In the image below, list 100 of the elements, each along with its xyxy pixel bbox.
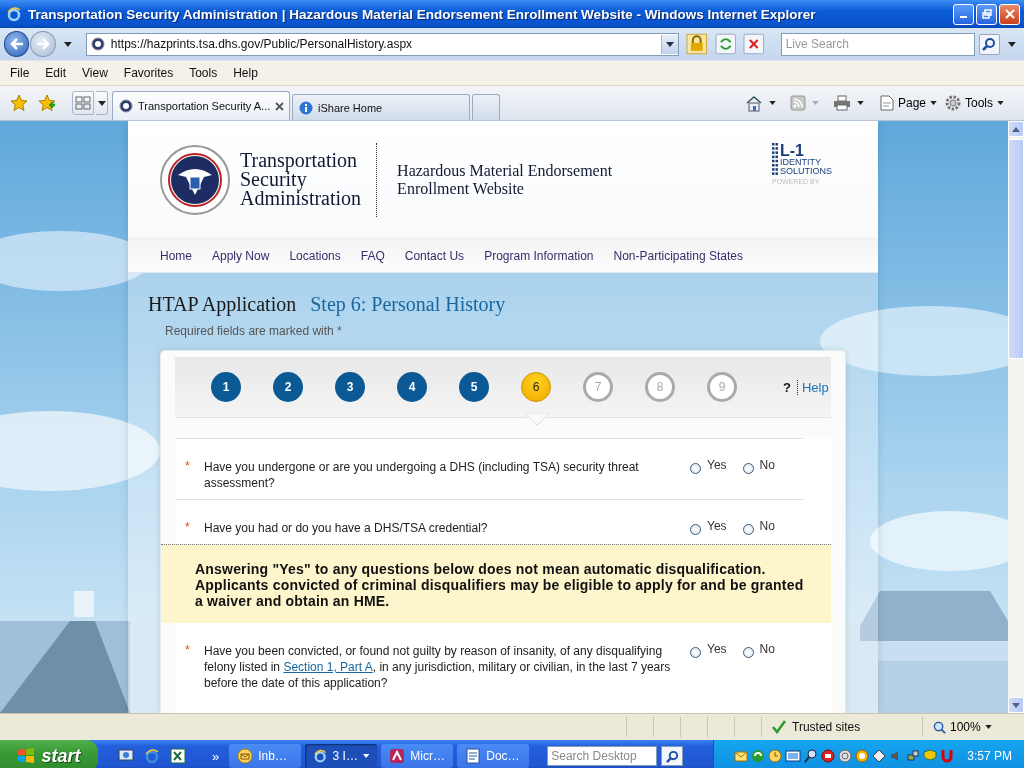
browser-tab[interactable]: iShare Home xyxy=(292,94,470,120)
page-title: HTAP Application xyxy=(148,293,297,316)
help-link[interactable]: Help xyxy=(801,379,829,395)
menu-item[interactable]: Tools xyxy=(181,64,226,82)
radio-button[interactable] xyxy=(742,524,754,535)
radio-button[interactable] xyxy=(742,463,754,474)
radio-button[interactable] xyxy=(742,647,754,658)
browser-logo-icon[interactable] xyxy=(144,748,160,764)
address-field[interactable]: https://hazprints.tsa.dhs.gov/Public/PersonalHistory.aspx xyxy=(85,32,680,56)
search-icon xyxy=(665,749,679,763)
caret-icon[interactable] xyxy=(856,101,864,105)
partner-logo-text: IDENTITY xyxy=(780,158,822,167)
browser-tab[interactable]: Transportation Security A... xyxy=(112,91,290,120)
star-icon[interactable] xyxy=(10,94,28,112)
shield-icon[interactable] xyxy=(821,749,836,763)
printer-icon[interactable] xyxy=(832,95,851,111)
search-icon xyxy=(982,37,997,51)
menu-item[interactable]: File xyxy=(2,64,38,82)
step-indicator[interactable]: 4 xyxy=(397,372,427,402)
tab-list-button[interactable] xyxy=(96,91,108,115)
nav-link[interactable]: Program Information xyxy=(484,248,594,263)
nav-link[interactable]: Contact Us xyxy=(404,248,465,263)
add-star-icon[interactable] xyxy=(38,94,56,112)
display-icon[interactable] xyxy=(785,749,802,763)
taskbar-button[interactable]: Inb… xyxy=(229,744,302,768)
magnifier-icon xyxy=(933,720,946,734)
taskbar-button[interactable]: 3 I… xyxy=(305,744,378,768)
step-indicator[interactable]: 2 xyxy=(273,372,303,402)
step-indicator[interactable]: 5 xyxy=(459,372,489,402)
step-indicator[interactable]: 1 xyxy=(211,372,241,402)
security-zone: Trusted sites xyxy=(792,720,861,734)
site-title: Enrollment Website xyxy=(397,179,525,198)
site-title: Hazardous Material Endorsement xyxy=(397,161,613,180)
caret-icon xyxy=(97,100,106,106)
seal-logo xyxy=(160,144,230,215)
start-button[interactable]: start xyxy=(0,740,98,768)
windows-flag-icon xyxy=(17,747,36,765)
envelope-icon xyxy=(237,748,254,764)
home-icon[interactable] xyxy=(744,94,763,112)
globe-icon[interactable] xyxy=(838,749,853,763)
menu-item[interactable]: Edit xyxy=(37,64,75,82)
radio-label: Yes xyxy=(707,641,727,656)
close-tab-icon[interactable] xyxy=(275,101,285,111)
maximize-button[interactable] xyxy=(976,3,997,25)
zoom-button[interactable]: 100% xyxy=(922,717,1012,737)
radio-button[interactable] xyxy=(690,524,701,535)
minimize-button[interactable] xyxy=(953,3,974,25)
partner-logo-mark: L-1 xyxy=(780,143,805,158)
magnifier-icon[interactable] xyxy=(804,749,819,763)
search-button[interactable] xyxy=(661,746,684,766)
tools-menu-button[interactable]: Tools xyxy=(945,95,1004,111)
padlock-icon[interactable] xyxy=(686,33,708,55)
radio-label: No xyxy=(759,641,775,656)
refresh-icon[interactable] xyxy=(714,33,737,55)
search-options-caret-icon[interactable] xyxy=(1008,41,1016,47)
required-mark: * xyxy=(185,643,191,658)
envelope-icon[interactable] xyxy=(734,749,749,763)
menu-item[interactable]: Help xyxy=(225,64,266,82)
down-arrow-icon xyxy=(1012,702,1020,708)
taskbar-button[interactable]: Doc… xyxy=(457,744,530,768)
step-indicator[interactable]: 3 xyxy=(335,372,365,402)
info-icon xyxy=(299,100,313,115)
close-button[interactable] xyxy=(999,3,1020,25)
history-caret-icon[interactable] xyxy=(63,41,72,47)
menu-item[interactable]: Favorites xyxy=(115,64,182,82)
clock-icon[interactable] xyxy=(768,749,783,763)
nav-link[interactable]: FAQ xyxy=(360,248,385,263)
taskbar-button[interactable]: Micr… xyxy=(381,744,454,768)
network-icon[interactable] xyxy=(906,749,921,763)
radio-button[interactable] xyxy=(690,647,701,658)
caret-icon[interactable] xyxy=(768,101,776,105)
stop-icon[interactable] xyxy=(743,33,765,55)
more-button[interactable]: » xyxy=(212,748,220,764)
page-menu-button[interactable]: Page xyxy=(879,95,937,111)
up-arrow-icon xyxy=(1012,126,1020,132)
notice-text: Answering "Yes" to any questions below does not mean automatic disqualification. Applicants convicted of criminal disqualifiers may be eligible to apply for and be granted a waiver and obtain an HME. xyxy=(195,561,805,609)
section-link[interactable]: Section 1, Part A xyxy=(283,660,373,674)
nav-link[interactable]: Apply Now xyxy=(212,248,270,263)
dropdown-caret-icon xyxy=(666,41,675,47)
search-button[interactable] xyxy=(978,33,1001,55)
question-text: Have you had or do you have a DHS/TSA credential? xyxy=(204,520,489,536)
nav-link[interactable]: Non-Participating States xyxy=(613,248,743,263)
nav-link[interactable]: Home xyxy=(160,248,192,263)
back-button[interactable] xyxy=(4,31,30,57)
spreadsheet-icon[interactable] xyxy=(170,748,186,764)
radio-label: Yes xyxy=(707,518,727,533)
scrollbar[interactable] xyxy=(1008,121,1024,713)
check-icon xyxy=(772,720,786,734)
radio-button[interactable] xyxy=(690,463,701,474)
required-mark: * xyxy=(185,459,191,474)
caret-icon xyxy=(984,725,992,729)
nav-link[interactable]: Locations xyxy=(289,248,341,263)
desktop-search-field[interactable]: Search Desktop xyxy=(547,746,658,766)
diamond-icon[interactable] xyxy=(872,749,887,763)
gear-icon xyxy=(945,95,961,111)
menu-item[interactable]: View xyxy=(74,64,116,82)
grid-icon xyxy=(75,96,91,110)
desktop-icon[interactable] xyxy=(118,748,134,764)
back-arrow-icon xyxy=(9,38,24,50)
scroll-thumb[interactable] xyxy=(1008,139,1024,359)
